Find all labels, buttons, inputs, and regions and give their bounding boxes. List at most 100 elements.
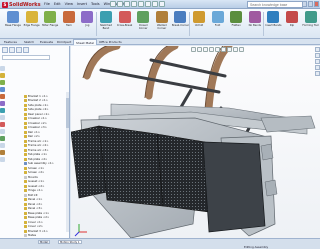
- mate-icon[interactable]: [0, 80, 5, 85]
- tree-scrollbar[interactable]: [66, 92, 69, 232]
- ribbon-button-no-bends[interactable]: No Bends: [246, 11, 264, 37]
- appearances-icon[interactable]: [315, 71, 320, 76]
- ribbon-button-sketched-bend[interactable]: Sketched Bend: [97, 11, 115, 37]
- ribbon-button-cross-break[interactable]: Cross-Break: [116, 11, 134, 37]
- ribbon-button-forming-tool[interactable]: Forming Tool: [302, 11, 320, 37]
- ribbon-button-label: Flatten: [231, 24, 241, 27]
- ribbon-button-flatten[interactable]: Flatten: [227, 11, 245, 37]
- quick-access-toolbar: [110, 1, 165, 7]
- property-manager-tab-icon[interactable]: [9, 47, 15, 53]
- dimxpert-tab-icon[interactable]: [23, 47, 29, 53]
- layer-icon[interactable]: [0, 129, 5, 134]
- config-manager-tab-icon[interactable]: [16, 47, 22, 53]
- sketched-bend-icon: [100, 11, 112, 23]
- tab-features[interactable]: Features: [2, 39, 19, 45]
- menu-view[interactable]: View: [65, 2, 73, 6]
- ribbon-button-fold[interactable]: Fold: [209, 11, 227, 37]
- minimize-icon[interactable]: [302, 1, 307, 7]
- axis-icon[interactable]: [0, 115, 5, 120]
- options-icon[interactable]: [159, 1, 165, 7]
- feature-tree-tab-icon[interactable]: [2, 47, 8, 53]
- restore-icon[interactable]: [308, 1, 313, 7]
- previous-view-icon[interactable]: [203, 47, 208, 52]
- print-icon[interactable]: [131, 1, 137, 7]
- menu-edit[interactable]: Edit: [54, 2, 61, 6]
- flange-icon: [7, 11, 19, 23]
- tab-sheet-metal[interactable]: Sheet Metal: [73, 39, 97, 45]
- component-icon: [24, 171, 27, 175]
- resources-icon[interactable]: [315, 47, 320, 52]
- undo-icon[interactable]: [138, 1, 144, 7]
- sketch-icon[interactable]: [0, 94, 5, 99]
- ribbon-button-jog[interactable]: Jog: [78, 11, 96, 37]
- display-icon[interactable]: [0, 143, 5, 148]
- component-icon: [24, 121, 27, 125]
- app-logo[interactable]: S SolidWorks: [2, 1, 41, 8]
- display-style-icon[interactable]: [221, 47, 226, 52]
- window-controls: [302, 1, 319, 7]
- tab-sketch[interactable]: Sketch: [22, 39, 36, 45]
- tree-filter-input[interactable]: [2, 55, 50, 60]
- section-icon[interactable]: [0, 157, 5, 162]
- feature-icon[interactable]: [0, 101, 5, 106]
- tree-item-label: Bracket 2 <1>: [28, 98, 48, 103]
- component-icon: [24, 207, 27, 211]
- apply-scene-icon[interactable]: [239, 47, 244, 52]
- close-icon[interactable]: [314, 1, 319, 7]
- menu-file[interactable]: File: [44, 2, 50, 6]
- menu-tools[interactable]: Tools: [91, 2, 100, 6]
- view-orientation-icon[interactable]: [0, 66, 5, 71]
- design-library-icon[interactable]: [315, 53, 320, 58]
- hem-icon: [62, 11, 75, 23]
- component-icon[interactable]: [0, 87, 5, 92]
- part-icon[interactable]: [0, 73, 5, 78]
- ribbon-button-welded-corner[interactable]: Welded Corner: [153, 11, 171, 37]
- ribbon-button-rip[interactable]: Rip: [283, 11, 301, 37]
- scrollbar-thumb[interactable]: [66, 98, 69, 128]
- ribbon-button-label: Cross-Break: [116, 24, 133, 27]
- rebuild-icon[interactable]: [152, 1, 158, 7]
- ribbon-button-closed-corner[interactable]: Closed Corner: [134, 11, 152, 37]
- ribbon-button-unfold[interactable]: Unfold: [190, 11, 208, 37]
- tab-office-products[interactable]: Office Products: [97, 39, 124, 45]
- unfold-icon: [193, 11, 205, 23]
- search-input[interactable]: [247, 1, 303, 8]
- tree-item-label: Screen <1>: [28, 166, 45, 170]
- material-icon[interactable]: [0, 150, 5, 155]
- component-icon: [24, 202, 27, 206]
- view-palette-icon[interactable]: [315, 65, 320, 70]
- view-orientation-hud-icon[interactable]: [215, 47, 220, 52]
- component-icon: [24, 139, 27, 143]
- file-explorer-icon[interactable]: [315, 59, 320, 64]
- ribbon-button-label: Unfold: [194, 24, 204, 27]
- graphics-area[interactable]: [71, 46, 320, 238]
- component-icon: [24, 189, 27, 193]
- select-icon[interactable]: [145, 1, 151, 7]
- appearance-icon[interactable]: [0, 136, 5, 141]
- open-file-icon[interactable]: [117, 1, 123, 7]
- hide-show-icon[interactable]: [227, 47, 232, 52]
- section-view-icon[interactable]: [209, 47, 214, 52]
- zoom-area-icon[interactable]: [197, 47, 202, 52]
- edit-appearance-icon[interactable]: [233, 47, 238, 52]
- ribbon-button-miter-flange[interactable]: Miter Flange: [41, 11, 59, 37]
- rail: [99, 68, 221, 94]
- ribbon-button-label: Base Flange: [5, 24, 21, 27]
- new-file-icon[interactable]: [110, 1, 116, 7]
- ribbon-button-flange[interactable]: Base Flange: [4, 11, 22, 37]
- plane-icon[interactable]: [0, 108, 5, 113]
- ribbon-button-edge-flange[interactable]: Edge Flange: [23, 11, 41, 37]
- tab-evaluate[interactable]: Evaluate: [38, 39, 55, 45]
- ribbon-button-hem[interactable]: Hem: [60, 11, 78, 37]
- perforated-panel: [98, 125, 164, 207]
- tab-model[interactable]: Model: [38, 240, 50, 244]
- ribbon-button-break-corner[interactable]: Break-Corner: [171, 11, 189, 37]
- zoom-fit-icon[interactable]: [191, 47, 196, 52]
- menu-insert[interactable]: Insert: [77, 2, 87, 6]
- tab-dimxpert[interactable]: DimXpert: [55, 39, 73, 45]
- origin-icon[interactable]: [0, 122, 5, 127]
- ribbon-button-insert-bends[interactable]: Insert Bends: [264, 11, 282, 37]
- component-icon: [24, 220, 27, 224]
- tab-motion-study[interactable]: Motion Study 1: [58, 240, 82, 244]
- save-icon[interactable]: [124, 1, 130, 7]
